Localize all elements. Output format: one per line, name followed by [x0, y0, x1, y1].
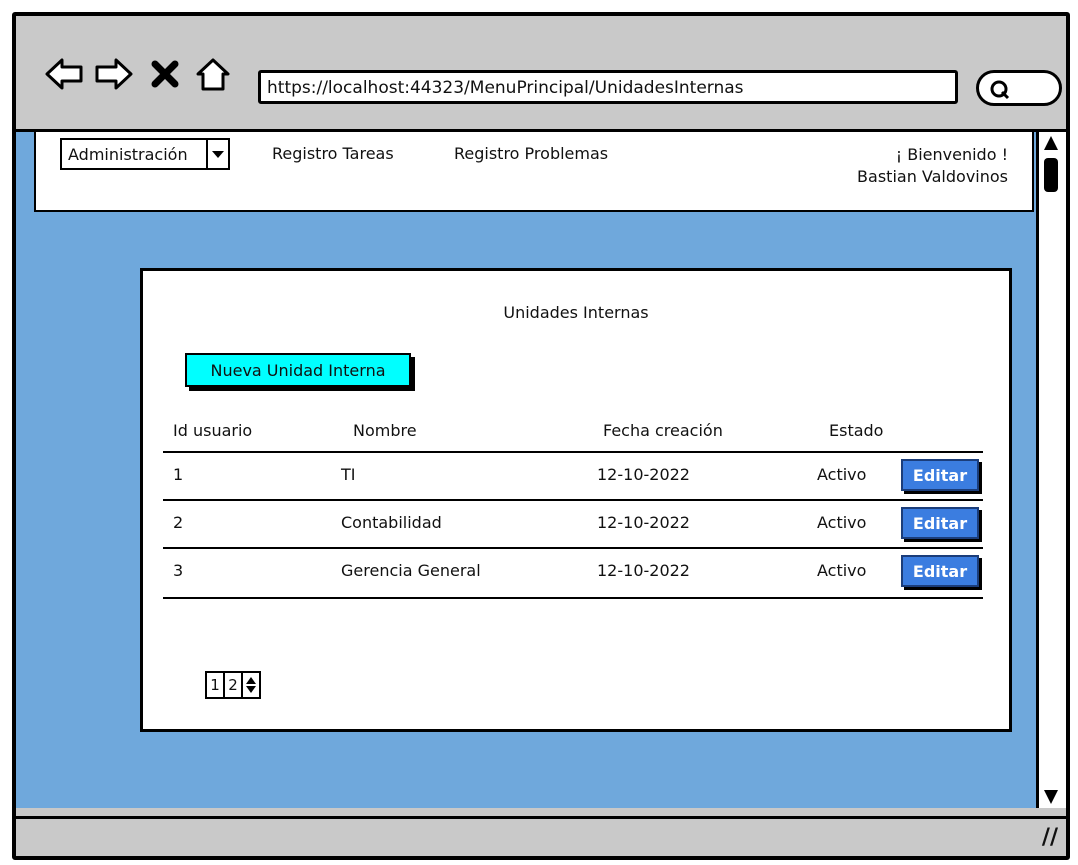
- dropdown-label: Administración: [68, 145, 188, 164]
- scroll-down-icon[interactable]: [1044, 790, 1058, 804]
- browser-window: https://localhost:44323/MenuPrincipal/Un…: [12, 12, 1070, 860]
- column-header-id: Id usuario: [173, 421, 253, 440]
- back-arrow-icon[interactable]: [44, 56, 84, 92]
- user-name: Bastian Valdovinos: [857, 167, 1008, 186]
- cell-id: 1: [173, 465, 184, 484]
- nav-link-registro-problemas[interactable]: Registro Problemas: [454, 144, 608, 163]
- column-header-status: Estado: [829, 421, 884, 440]
- cell-status: Activo: [817, 465, 867, 484]
- status-bar: //: [16, 816, 1066, 856]
- cell-status: Activo: [817, 513, 867, 532]
- edit-button[interactable]: Editar: [901, 507, 979, 539]
- page-1-button[interactable]: 1: [205, 671, 225, 699]
- scroll-thumb[interactable]: [1044, 158, 1058, 192]
- cell-name: TI: [341, 465, 356, 484]
- page-title: Unidades Internas: [503, 303, 649, 322]
- table-row: 1 TI 12-10-2022 Activo Editar: [163, 453, 983, 499]
- search-icon: [990, 80, 1010, 100]
- cell-id: 2: [173, 513, 184, 532]
- table-divider: [163, 597, 983, 599]
- resize-grip-icon[interactable]: //: [1042, 825, 1058, 850]
- cell-date: 12-10-2022: [597, 561, 690, 580]
- internal-units-card: Unidades Internas Nueva Unidad Interna I…: [140, 268, 1012, 732]
- url-bar[interactable]: https://localhost:44323/MenuPrincipal/Un…: [258, 70, 958, 104]
- table-row: 3 Gerencia General 12-10-2022 Activo Edi…: [163, 549, 983, 595]
- cell-name: Contabilidad: [341, 513, 442, 532]
- vertical-scrollbar[interactable]: [1036, 132, 1066, 808]
- page-2-button[interactable]: 2: [223, 671, 243, 699]
- edit-button[interactable]: Editar: [901, 459, 979, 491]
- forward-arrow-icon[interactable]: [94, 56, 134, 92]
- welcome-greeting: ¡ Bienvenido !: [895, 145, 1008, 164]
- table-row: 2 Contabilidad 12-10-2022 Activo Editar: [163, 501, 983, 547]
- cell-status: Activo: [817, 561, 867, 580]
- browser-toolbar: https://localhost:44323/MenuPrincipal/Un…: [16, 16, 1066, 132]
- new-internal-unit-button[interactable]: Nueva Unidad Interna: [185, 353, 411, 387]
- pagination: 1 2: [205, 671, 261, 699]
- close-icon[interactable]: [150, 56, 180, 92]
- cell-date: 12-10-2022: [597, 465, 690, 484]
- top-navigation: Administración Registro Tareas Registro …: [34, 132, 1034, 212]
- home-icon[interactable]: [194, 56, 232, 92]
- page-viewport: Administración Registro Tareas Registro …: [16, 132, 1036, 808]
- column-header-name: Nombre: [353, 421, 417, 440]
- administration-dropdown[interactable]: Administración: [60, 138, 230, 170]
- scroll-up-icon[interactable]: [1044, 136, 1058, 150]
- nav-link-registro-tareas[interactable]: Registro Tareas: [272, 144, 394, 163]
- cell-date: 12-10-2022: [597, 513, 690, 532]
- chevron-down-icon[interactable]: [206, 140, 228, 168]
- welcome-message: ¡ Bienvenido ! Bastian Valdovinos: [857, 144, 1008, 188]
- cell-name: Gerencia General: [341, 561, 481, 580]
- page-stepper-icon[interactable]: [241, 671, 261, 699]
- edit-button[interactable]: Editar: [901, 555, 979, 587]
- column-header-date: Fecha creación: [603, 421, 723, 440]
- browser-search-box[interactable]: [976, 70, 1062, 106]
- cell-id: 3: [173, 561, 184, 580]
